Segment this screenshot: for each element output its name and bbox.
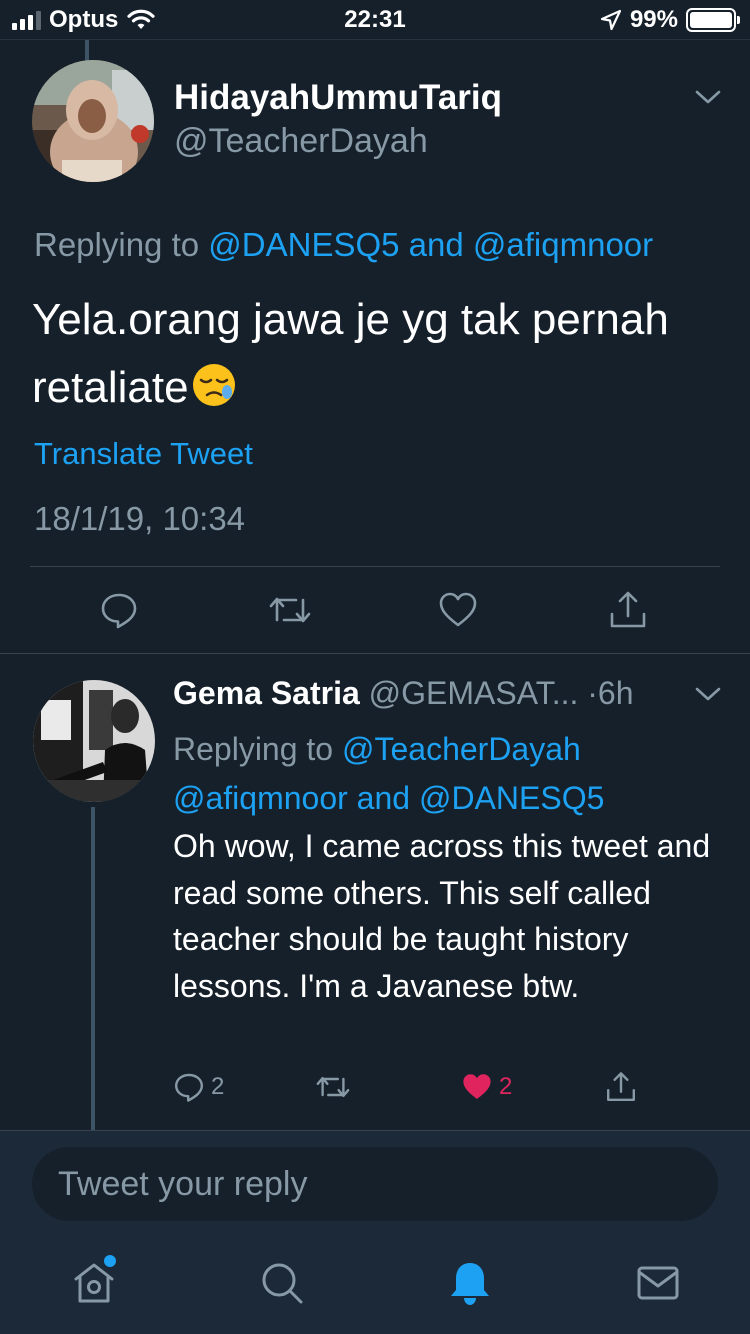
sleepy-face-emoji-icon <box>191 362 237 408</box>
avatar[interactable] <box>33 680 155 802</box>
reply-composer <box>0 1130 750 1235</box>
like-count: 2 <box>499 1073 513 1100</box>
main-tweet: HidayahUmmuTariq @TeacherDayah Replying … <box>0 40 750 654</box>
like-icon[interactable] <box>438 590 478 630</box>
location-arrow-icon <box>600 9 622 31</box>
thread-line <box>91 807 95 1130</box>
retweet-icon[interactable] <box>315 1071 351 1103</box>
mention-link[interactable]: @DANESQ5 <box>419 780 604 816</box>
tweet-actions: 2 2 <box>173 1071 653 1111</box>
share-icon[interactable] <box>605 1071 637 1103</box>
reply-icon[interactable] <box>173 1071 205 1103</box>
battery-percent: 99% <box>629 6 678 33</box>
tweet-text: Oh wow, I came across this tweet and rea… <box>173 828 711 1004</box>
messages-icon[interactable] <box>634 1259 682 1307</box>
status-bar: Optus 22:31 99% <box>0 0 750 40</box>
user-handle[interactable]: @TeacherDayah <box>174 122 428 161</box>
translate-tweet-link[interactable]: Translate Tweet <box>34 436 253 472</box>
like-button[interactable]: 2 <box>461 1071 512 1103</box>
reply-input[interactable] <box>32 1147 718 1221</box>
replying-to: Replying to @DANESQ5 and @afiqmnoor <box>34 226 654 263</box>
display-name[interactable]: Gema Satria <box>173 675 360 711</box>
search-icon[interactable] <box>258 1259 306 1307</box>
reply-tweet[interactable]: Gema Satria @GEMASAT... ·6h Replying to … <box>0 655 750 1130</box>
reply-header: Gema Satria @GEMASAT... ·6h <box>173 675 693 712</box>
mention-link[interactable]: @DANESQ5 <box>208 226 399 263</box>
mention-link[interactable]: @afiqmnoor <box>473 226 653 263</box>
reply-button[interactable]: 2 <box>173 1071 224 1103</box>
notifications-icon[interactable] <box>446 1259 494 1307</box>
reply-count: 2 <box>211 1073 225 1100</box>
avatar[interactable] <box>32 60 154 182</box>
reply-icon[interactable] <box>99 590 139 630</box>
divider <box>30 566 720 567</box>
tweet-text: Yela.orang jawa je yg tak pernah retalia… <box>32 295 669 412</box>
chevron-down-icon[interactable] <box>694 88 722 108</box>
user-handle[interactable]: @GEMASAT... <box>369 675 579 711</box>
replying-to: Replying to @TeacherDayah @afiqmnoor and… <box>173 731 605 816</box>
share-icon[interactable] <box>608 590 648 630</box>
share-button[interactable] <box>605 1071 637 1103</box>
battery-icon <box>686 8 740 32</box>
mention-link[interactable]: @TeacherDayah <box>342 731 581 767</box>
chevron-down-icon[interactable] <box>694 685 722 705</box>
thread-line <box>85 40 89 62</box>
tab-bar <box>0 1235 750 1334</box>
display-name[interactable]: HidayahUmmuTariq <box>174 78 502 118</box>
new-content-indicator <box>104 1255 116 1267</box>
tweet-timestamp[interactable]: 18/1/19, 10:34 <box>34 500 245 538</box>
heart-filled-icon[interactable] <box>461 1071 493 1103</box>
mention-link[interactable]: @afiqmnoor <box>173 780 348 816</box>
retweet-icon[interactable] <box>268 590 311 630</box>
retweet-button[interactable] <box>315 1071 351 1103</box>
relative-time: ·6h <box>587 675 634 711</box>
